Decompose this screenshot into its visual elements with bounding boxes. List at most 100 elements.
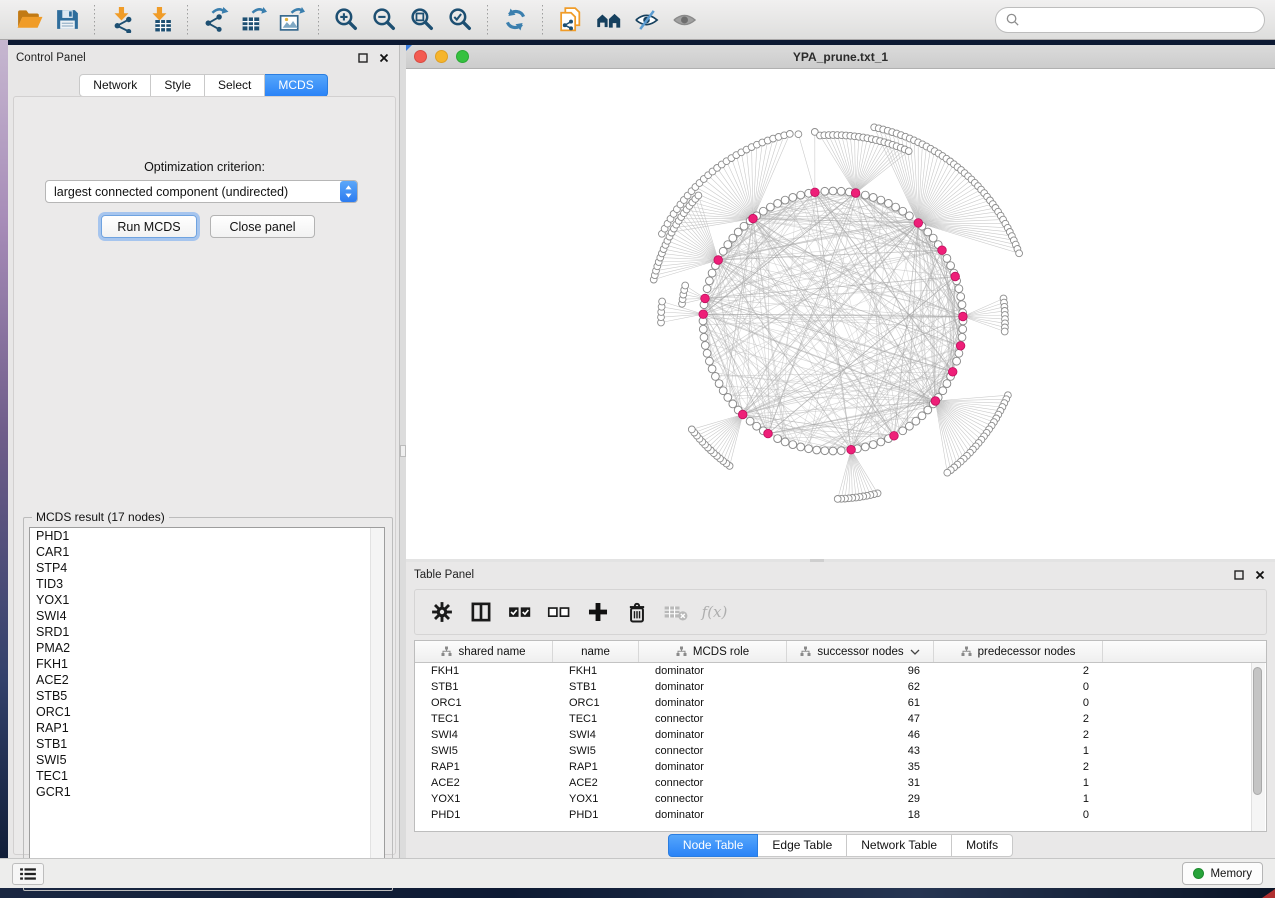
- mcds-result-item[interactable]: ORC1: [30, 704, 384, 720]
- close-panel-button[interactable]: Close panel: [210, 215, 315, 238]
- ring-node[interactable]: [869, 441, 877, 449]
- search-box[interactable]: [995, 7, 1265, 33]
- save-session-button[interactable]: [50, 4, 84, 36]
- mcds-result-item[interactable]: TID3: [30, 576, 384, 592]
- mcds-list-scrollbar[interactable]: [370, 528, 384, 878]
- ring-node[interactable]: [837, 187, 845, 195]
- delete-column-button[interactable]: [622, 595, 652, 629]
- leaf-node[interactable]: [944, 469, 951, 476]
- ring-node[interactable]: [781, 196, 789, 204]
- select-all-button[interactable]: [505, 595, 535, 629]
- mcds-hub-node[interactable]: [714, 256, 723, 265]
- ring-node[interactable]: [767, 203, 775, 211]
- table-row[interactable]: ORC1ORC1dominator610: [415, 695, 1266, 711]
- eye-slash-button[interactable]: [629, 4, 663, 36]
- mcds-result-item[interactable]: SWI4: [30, 608, 384, 624]
- ring-node[interactable]: [958, 333, 966, 341]
- mcds-result-item[interactable]: SRD1: [30, 624, 384, 640]
- tab-style[interactable]: Style: [151, 74, 205, 97]
- network-canvas[interactable]: [406, 69, 1275, 559]
- ring-node[interactable]: [805, 445, 813, 453]
- search-input[interactable]: [1025, 12, 1255, 28]
- mcds-result-item[interactable]: STP4: [30, 560, 384, 576]
- import-table-button[interactable]: [143, 4, 177, 36]
- mcds-hub-node[interactable]: [938, 246, 947, 255]
- ring-node[interactable]: [906, 212, 914, 220]
- table-scrollbar[interactable]: [1251, 663, 1265, 831]
- leaf-node[interactable]: [834, 496, 841, 503]
- ring-node[interactable]: [899, 427, 907, 435]
- ring-node[interactable]: [829, 187, 837, 195]
- ring-node[interactable]: [929, 234, 937, 242]
- leaf-node[interactable]: [786, 131, 793, 138]
- ring-node[interactable]: [957, 293, 965, 301]
- mcds-result-item[interactable]: FKH1: [30, 656, 384, 672]
- table-scrollbar-thumb[interactable]: [1253, 667, 1262, 795]
- mcds-result-item[interactable]: TEC1: [30, 768, 384, 784]
- mcds-result-list[interactable]: PHD1CAR1STP4TID3YOX1SWI4SRD1PMA2FKH1ACE2…: [29, 527, 385, 879]
- ring-node[interactable]: [708, 365, 716, 373]
- show-columns-button[interactable]: [466, 595, 496, 629]
- mcds-hub-node[interactable]: [701, 294, 710, 303]
- column-header-shared-name[interactable]: shared name: [415, 641, 553, 662]
- mcds-result-item[interactable]: STB1: [30, 736, 384, 752]
- zoom-fit-button[interactable]: [405, 4, 439, 36]
- table-row[interactable]: STB1STB1dominator620: [415, 679, 1266, 695]
- table-row[interactable]: YOX1YOX1connector291: [415, 791, 1266, 807]
- ring-node[interactable]: [877, 196, 885, 204]
- table-row[interactable]: RAP1RAP1dominator352: [415, 759, 1266, 775]
- ring-node[interactable]: [706, 277, 714, 285]
- mcds-hub-node[interactable]: [847, 445, 856, 454]
- tab-network-table[interactable]: Network Table: [847, 834, 952, 857]
- mcds-result-item[interactable]: RAP1: [30, 720, 384, 736]
- mcds-hub-node[interactable]: [738, 410, 747, 419]
- houses-button[interactable]: [591, 4, 625, 36]
- memory-button[interactable]: Memory: [1182, 862, 1263, 885]
- mcds-result-item[interactable]: PMA2: [30, 640, 384, 656]
- mcds-result-item[interactable]: ACE2: [30, 672, 384, 688]
- zoom-out-button[interactable]: [367, 4, 401, 36]
- mcds-result-item[interactable]: CAR1: [30, 544, 384, 560]
- ring-node[interactable]: [712, 373, 720, 381]
- leaf-node[interactable]: [1016, 250, 1023, 257]
- table-panel-float-button[interactable]: [1232, 568, 1246, 582]
- ring-node[interactable]: [877, 438, 885, 446]
- leaf-node[interactable]: [695, 192, 702, 199]
- ring-node[interactable]: [906, 422, 914, 430]
- open-file-button[interactable]: [12, 4, 46, 36]
- control-panel-close-button[interactable]: [377, 51, 391, 65]
- leaf-node[interactable]: [905, 148, 912, 155]
- table-row[interactable]: SWI5SWI5connector431: [415, 743, 1266, 759]
- ring-node[interactable]: [899, 207, 907, 215]
- ring-node[interactable]: [797, 443, 805, 451]
- table-row[interactable]: TEC1TEC1connector472: [415, 711, 1266, 727]
- settings-gear-button[interactable]: [427, 595, 457, 629]
- mcds-result-item[interactable]: SWI5: [30, 752, 384, 768]
- column-header-MCDS-role[interactable]: MCDS role: [639, 641, 787, 662]
- tab-select[interactable]: Select: [205, 74, 265, 97]
- ring-node[interactable]: [774, 200, 782, 208]
- ring-node[interactable]: [797, 191, 805, 199]
- add-column-button[interactable]: [583, 595, 613, 629]
- ring-node[interactable]: [861, 443, 869, 451]
- tab-motifs[interactable]: Motifs: [952, 834, 1013, 857]
- ring-node[interactable]: [955, 285, 963, 293]
- ring-node[interactable]: [939, 387, 947, 395]
- ring-node[interactable]: [759, 207, 767, 215]
- ring-node[interactable]: [821, 187, 829, 195]
- ring-node[interactable]: [837, 447, 845, 455]
- control-panel-float-button[interactable]: [356, 51, 370, 65]
- ring-node[interactable]: [715, 380, 723, 388]
- ring-node[interactable]: [724, 394, 732, 402]
- table-row[interactable]: ACE2ACE2connector311: [415, 775, 1266, 791]
- mcds-hub-node[interactable]: [959, 312, 968, 321]
- ring-node[interactable]: [958, 301, 966, 309]
- ring-node[interactable]: [746, 417, 754, 425]
- ring-node[interactable]: [703, 349, 711, 357]
- leaf-node[interactable]: [659, 298, 666, 305]
- run-mcds-button[interactable]: Run MCDS: [101, 215, 197, 238]
- mcds-hub-node[interactable]: [931, 397, 940, 406]
- mcds-result-item[interactable]: GCR1: [30, 784, 384, 800]
- export-table-button[interactable]: [236, 4, 270, 36]
- node-table[interactable]: shared namenameMCDS rolesuccessor nodesp…: [414, 640, 1267, 832]
